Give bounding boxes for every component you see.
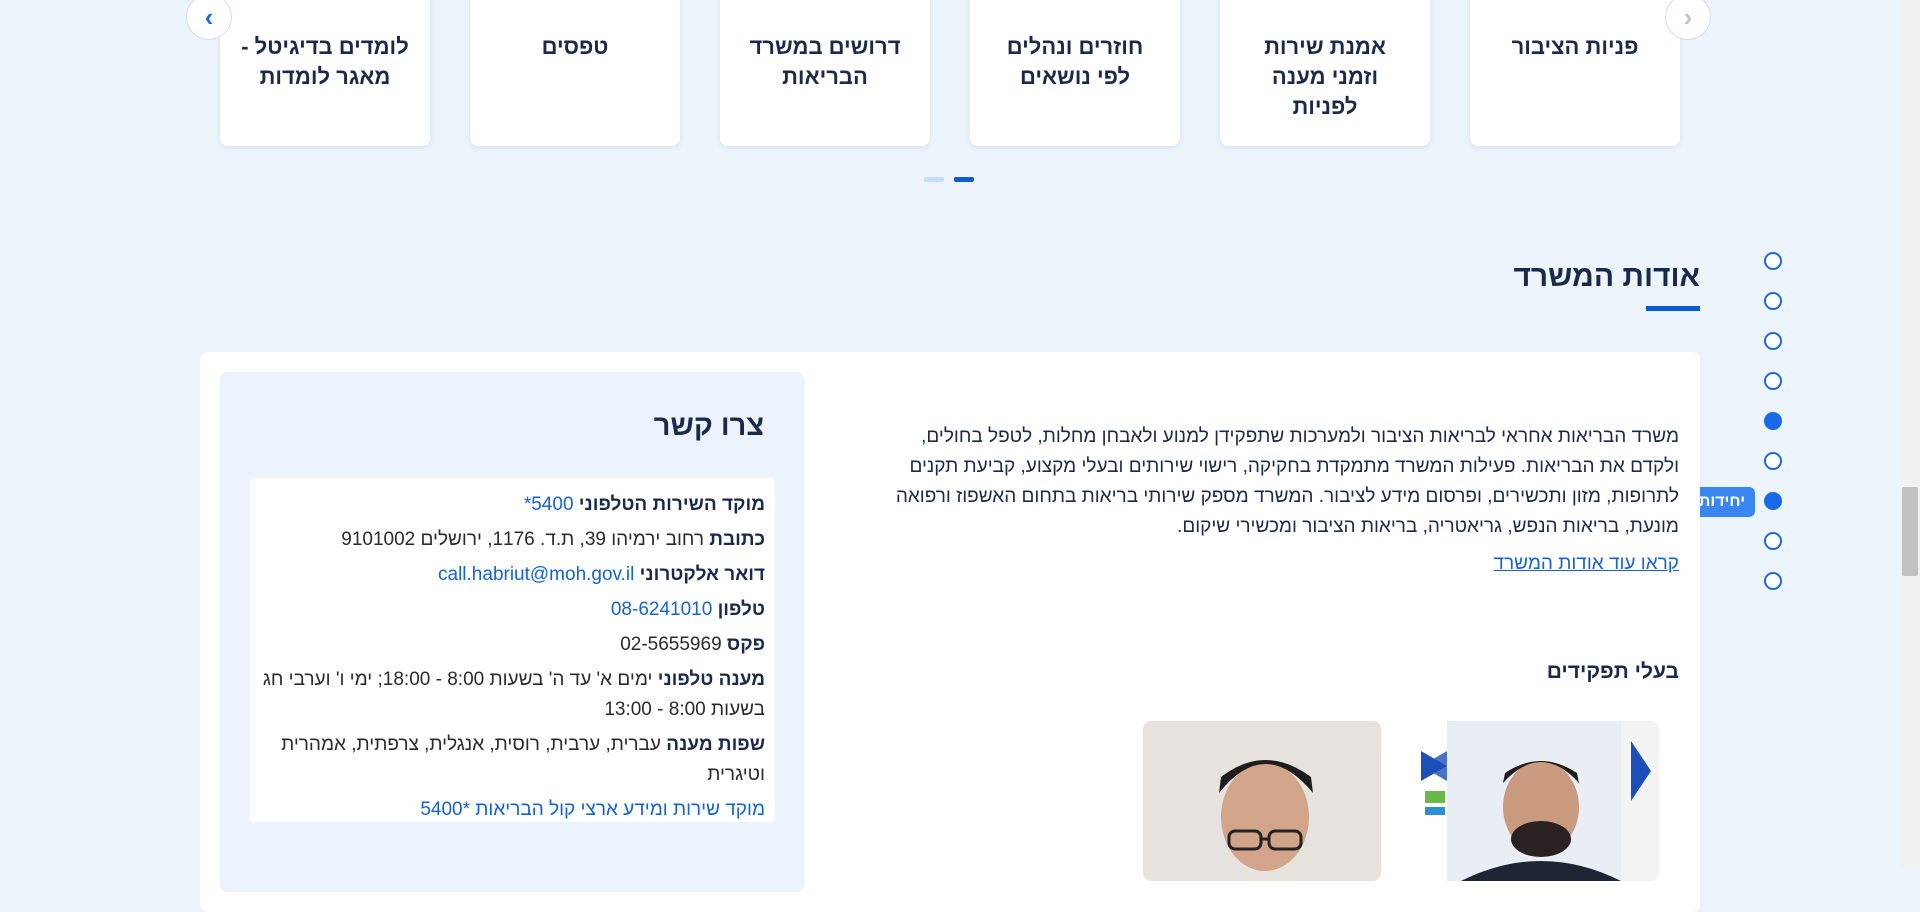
hours-label: מענה טלפוני [657, 669, 765, 690]
role-photo-minister[interactable] [1421, 721, 1659, 881]
side-nav-dot[interactable] [1764, 292, 1782, 310]
roles-title: בעלי תפקידים [1546, 660, 1679, 683]
service-card-title: דרושים במשרד הבריאות [749, 34, 901, 89]
role-photo-director-general[interactable] [1143, 721, 1381, 881]
contact-title: צרו קשר [653, 410, 764, 442]
contact-row-email: דואר אלקטרוני call.habriut@moh.gov.il [258, 560, 765, 590]
contact-row-phone: טלפון 08-6241010 [258, 595, 765, 625]
service-card-title: טפסים [541, 34, 609, 59]
service-card-title: אמנת שירות וזמני מענה לפניות [1264, 34, 1386, 119]
email-label: דואר אלקטרוני [639, 564, 765, 585]
call-center-number[interactable]: *5400 [524, 494, 574, 515]
languages-label: שפות מענה [666, 734, 765, 755]
service-card-jobs[interactable]: דרושים במשרד הבריאות [720, 0, 930, 146]
service-card-title: פניות הציבור [1511, 34, 1639, 59]
phone-label: טלפון [717, 599, 765, 620]
service-card-service-charter[interactable]: אמנת שירות וזמני מענה לפניות [1220, 0, 1430, 146]
contact-row-kol-habriut: מוקד שירות ומידע ארצי קול הבריאות *5400 [258, 795, 765, 825]
phone-link[interactable]: 08-6241010 [611, 599, 712, 620]
side-nav-dot[interactable] [1764, 372, 1782, 390]
fax-value: 02-5655969 [620, 634, 722, 655]
contact-row-fax: פקס 02-5655969 [258, 630, 765, 660]
service-card-circulars[interactable]: חוזרים ונהלים לפי נושאים [970, 0, 1180, 146]
service-card-forms[interactable]: טפסים [470, 0, 680, 146]
kol-habriut-link[interactable]: מוקד שירות ומידע ארצי קול הבריאות *5400 [420, 799, 765, 820]
address-value: רחוב ירמיהו 39, ת.ד. 1176, ירושלים 91010… [341, 529, 705, 550]
service-card-title: חוזרים ונהלים לפי נושאים [1006, 34, 1144, 89]
scrollbar-track[interactable] [1900, 0, 1920, 868]
scrollbar-thumb[interactable] [1902, 487, 1918, 576]
side-nav-dot-active[interactable] [1764, 412, 1782, 430]
service-card-title: לומדים בדיגיטל - מאגר לומדות [241, 34, 409, 89]
contact-row-languages: שפות מענה עברית, ערבית, רוסית, אנגלית, צ… [258, 730, 765, 790]
carousel-prev-button[interactable]: ‹ [1665, 0, 1711, 40]
address-label: כתובת [709, 529, 765, 550]
about-description: משרד הבריאות אחראי לבריאות הציבור ולמערכ… [895, 426, 1679, 537]
side-nav-dot[interactable] [1764, 332, 1782, 350]
carousel-page-dot[interactable] [924, 177, 944, 182]
chevron-right-icon: › [204, 1, 214, 32]
contact-row-call-center: מוקד השירות הטלפוני *5400 [258, 490, 765, 520]
side-nav-dot-units[interactable] [1764, 492, 1782, 510]
call-center-label: מוקד השירות הטלפוני [578, 494, 765, 515]
person-photo-icon [1421, 721, 1659, 881]
side-nav-dot[interactable] [1764, 572, 1782, 590]
contact-row-address: כתובת רחוב ירמיהו 39, ת.ד. 1176, ירושלים… [258, 525, 765, 555]
read-more-link[interactable]: קראו עוד אודות המשרד [1493, 553, 1679, 575]
service-card-public-inquiries[interactable]: פניות הציבור [1470, 0, 1680, 146]
side-nav-dot[interactable] [1764, 532, 1782, 550]
contact-details: מוקד השירות הטלפוני *5400 כתובת רחוב ירמ… [250, 478, 775, 822]
section-title: אודות המשרד [1513, 260, 1700, 293]
carousel-page-dot-active[interactable] [954, 177, 974, 182]
contact-row-hours: מענה טלפוני ימים א' עד ה' בשעות 8:00 - 1… [258, 665, 765, 725]
section-title-underline [1646, 306, 1700, 311]
service-card-digital-learning[interactable]: לומדים בדיגיטל - מאגר לומדות [220, 0, 430, 146]
person-photo-icon [1143, 721, 1381, 881]
side-nav-dot[interactable] [1764, 452, 1782, 470]
fax-label: פקס [726, 634, 765, 655]
chevron-left-icon: ‹ [1683, 1, 1693, 32]
side-nav-dot[interactable] [1764, 252, 1782, 270]
email-link[interactable]: call.habriut@moh.gov.il [438, 564, 634, 585]
